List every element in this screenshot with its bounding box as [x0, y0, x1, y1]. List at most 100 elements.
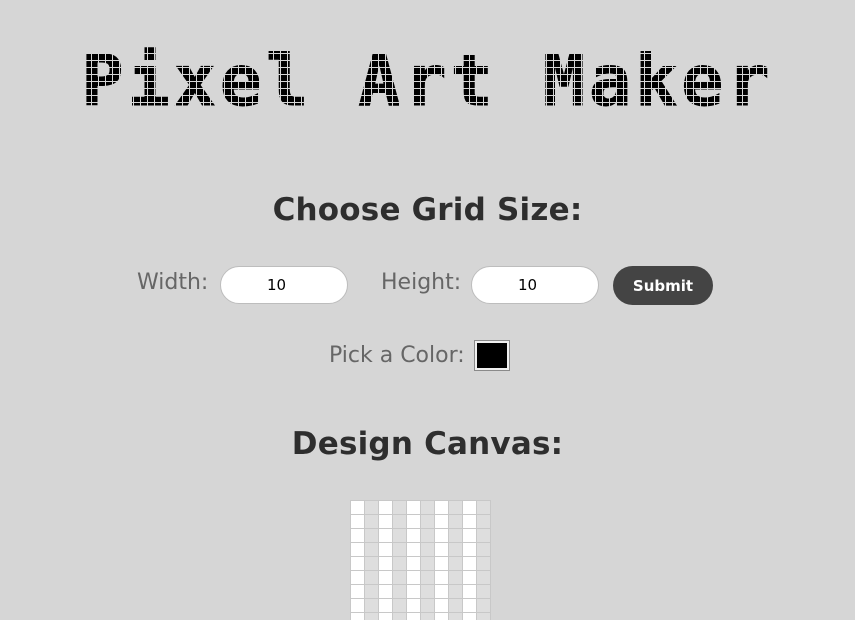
grid-cell[interactable]: [434, 584, 449, 599]
grid-cell[interactable]: [448, 528, 463, 543]
width-input[interactable]: [220, 266, 348, 304]
grid-cell[interactable]: [476, 528, 491, 543]
grid-cell[interactable]: [392, 528, 407, 543]
grid-row: [350, 584, 491, 599]
grid-row: [350, 556, 491, 571]
grid-cell[interactable]: [406, 514, 421, 529]
grid-cell[interactable]: [420, 570, 435, 585]
color-picker[interactable]: [474, 340, 510, 371]
grid-cell[interactable]: [378, 542, 393, 557]
grid-cell[interactable]: [392, 570, 407, 585]
grid-cell[interactable]: [406, 556, 421, 571]
grid-cell[interactable]: [476, 556, 491, 571]
grid-cell[interactable]: [378, 584, 393, 599]
grid-cell[interactable]: [392, 500, 407, 515]
grid-cell[interactable]: [448, 570, 463, 585]
grid-row: [350, 528, 491, 543]
grid-cell[interactable]: [462, 612, 477, 620]
grid-cell[interactable]: [350, 542, 365, 557]
grid-cell[interactable]: [462, 542, 477, 557]
grid-cell[interactable]: [420, 598, 435, 613]
grid-cell[interactable]: [406, 598, 421, 613]
grid-row: [350, 500, 491, 515]
grid-cell[interactable]: [378, 598, 393, 613]
grid-cell[interactable]: [378, 556, 393, 571]
grid-cell[interactable]: [420, 514, 435, 529]
grid-cell[interactable]: [462, 570, 477, 585]
grid-cell[interactable]: [364, 542, 379, 557]
grid-cell[interactable]: [476, 570, 491, 585]
grid-cell[interactable]: [462, 514, 477, 529]
grid-cell[interactable]: [378, 570, 393, 585]
grid-cell[interactable]: [434, 570, 449, 585]
grid-cell[interactable]: [364, 556, 379, 571]
grid-cell[interactable]: [448, 584, 463, 599]
grid-cell[interactable]: [406, 570, 421, 585]
grid-cell[interactable]: [364, 514, 379, 529]
height-input[interactable]: [471, 266, 599, 304]
grid-cell[interactable]: [350, 598, 365, 613]
grid-cell[interactable]: [392, 542, 407, 557]
grid-cell[interactable]: [434, 500, 449, 515]
grid-cell[interactable]: [448, 556, 463, 571]
grid-cell[interactable]: [378, 612, 393, 620]
grid-cell[interactable]: [476, 598, 491, 613]
grid-cell[interactable]: [350, 584, 365, 599]
grid-cell[interactable]: [364, 500, 379, 515]
grid-cell[interactable]: [350, 612, 365, 620]
grid-cell[interactable]: [378, 528, 393, 543]
grid-cell[interactable]: [448, 500, 463, 515]
grid-cell[interactable]: [392, 584, 407, 599]
grid-cell[interactable]: [364, 528, 379, 543]
grid-cell[interactable]: [448, 598, 463, 613]
grid-cell[interactable]: [448, 542, 463, 557]
grid-cell[interactable]: [434, 556, 449, 571]
grid-cell[interactable]: [350, 556, 365, 571]
grid-cell[interactable]: [392, 514, 407, 529]
grid-cell[interactable]: [406, 500, 421, 515]
grid-cell[interactable]: [434, 612, 449, 620]
grid-cell[interactable]: [392, 556, 407, 571]
grid-cell[interactable]: [462, 584, 477, 599]
grid-cell[interactable]: [462, 556, 477, 571]
grid-cell[interactable]: [476, 542, 491, 557]
grid-cell[interactable]: [420, 500, 435, 515]
grid-cell[interactable]: [350, 528, 365, 543]
grid-cell[interactable]: [420, 528, 435, 543]
grid-cell[interactable]: [420, 612, 435, 620]
grid-cell[interactable]: [462, 528, 477, 543]
grid-cell[interactable]: [434, 598, 449, 613]
grid-cell[interactable]: [350, 500, 365, 515]
grid-cell[interactable]: [434, 528, 449, 543]
grid-cell[interactable]: [406, 612, 421, 620]
grid-cell[interactable]: [434, 514, 449, 529]
grid-cell[interactable]: [364, 598, 379, 613]
grid-cell[interactable]: [364, 584, 379, 599]
grid-cell[interactable]: [406, 528, 421, 543]
grid-cell[interactable]: [406, 584, 421, 599]
submit-button[interactable]: Submit: [613, 266, 713, 305]
grid-cell[interactable]: [406, 542, 421, 557]
grid-cell[interactable]: [448, 612, 463, 620]
grid-cell[interactable]: [364, 612, 379, 620]
grid-cell[interactable]: [462, 598, 477, 613]
grid-cell[interactable]: [420, 584, 435, 599]
grid-cell[interactable]: [476, 500, 491, 515]
grid-cell[interactable]: [392, 598, 407, 613]
grid-cell[interactable]: [420, 556, 435, 571]
grid-cell[interactable]: [378, 500, 393, 515]
grid-cell[interactable]: [350, 514, 365, 529]
grid-cell[interactable]: [420, 542, 435, 557]
grid-cell[interactable]: [462, 500, 477, 515]
grid-cell[interactable]: [476, 584, 491, 599]
grid-cell[interactable]: [476, 612, 491, 620]
grid-cell[interactable]: [364, 570, 379, 585]
grid-cell[interactable]: [350, 570, 365, 585]
grid-cell[interactable]: [434, 542, 449, 557]
grid-cell[interactable]: [392, 612, 407, 620]
grid-row: [350, 514, 491, 529]
grid-cell[interactable]: [448, 514, 463, 529]
pixel-canvas[interactable]: [350, 500, 491, 620]
grid-cell[interactable]: [476, 514, 491, 529]
grid-cell[interactable]: [378, 514, 393, 529]
